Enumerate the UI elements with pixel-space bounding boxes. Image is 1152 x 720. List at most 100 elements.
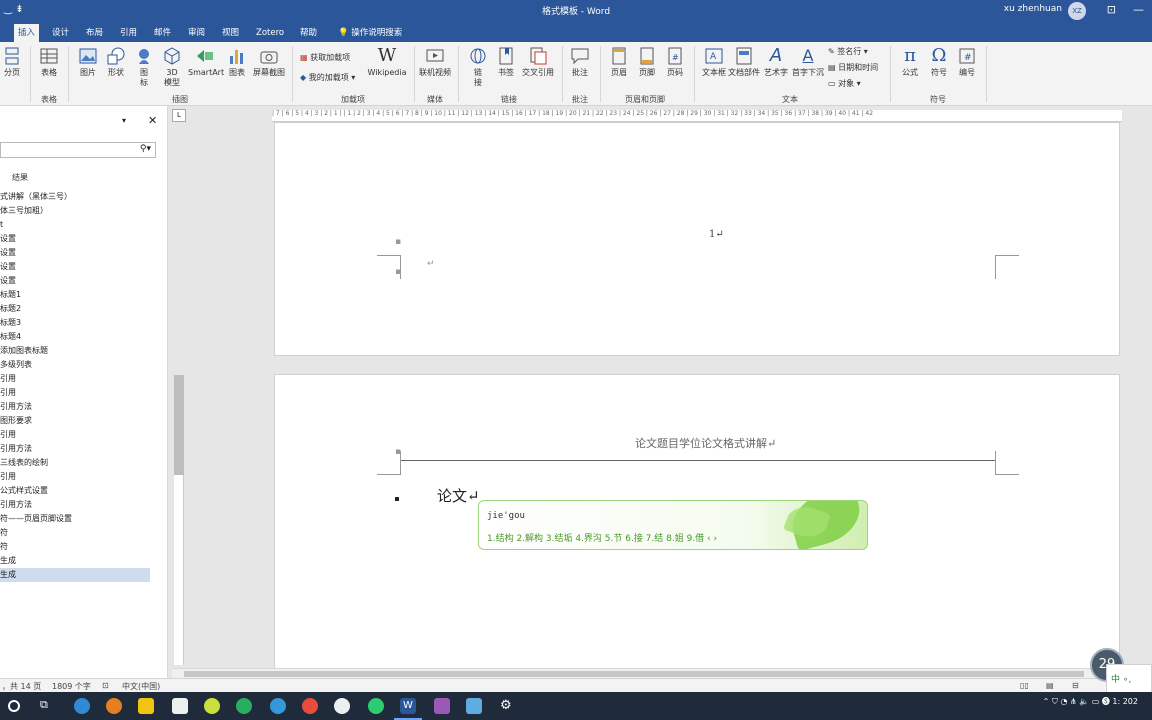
task-view-icon[interactable]: ⧉ [40,698,56,714]
header-button[interactable]: 页眉 [606,46,632,78]
list-item[interactable]: 标题3 [0,316,150,330]
document-page[interactable]: 1↵ ▪ ▪ ↵ [274,122,1120,356]
tab-insert[interactable]: 插入 [14,24,40,42]
green-app-icon[interactable] [368,698,384,714]
word-icon[interactable]: W [400,698,416,714]
numbering-button[interactable]: # 编号 [954,46,980,78]
list-item[interactable]: 添加图表标题 [0,344,150,358]
shapes-button[interactable]: 形状 [104,46,128,78]
list-item[interactable]: 三线表的绘制 [0,456,150,470]
photos-icon[interactable] [466,698,482,714]
link-button[interactable]: 链 接 [466,46,490,88]
file-explorer-icon[interactable] [138,698,154,714]
ime-status-indicator[interactable]: 中 ∘, [1106,664,1152,694]
green-ball-icon[interactable] [204,698,220,714]
page-number-field[interactable]: 1↵ [709,229,724,240]
list-item[interactable]: 标题1 [0,288,150,302]
list-item[interactable]: 公式样式设置 [0,484,150,498]
list-item[interactable]: 设置 [0,260,150,274]
user-name[interactable]: xu zhenhuan [1004,4,1062,14]
cross-reference-button[interactable]: 交叉引用 [520,46,556,78]
equation-button[interactable]: π 公式 [896,46,924,78]
system-tray[interactable]: ⌃ ⛉ ◔ ⋔ 🔈 ▭ 🅢 1: 202 [1043,696,1138,707]
search-circle-icon[interactable] [8,700,20,712]
my-addins-button[interactable]: ◆ 我的加载项 ▾ [300,72,355,83]
table-button[interactable]: 表格 [36,46,62,78]
list-item[interactable]: 引用方法 [0,400,150,414]
ime-candidates[interactable]: 1.结构 2.解构 3.结垢 4.界沟 5.节 6.接 7.结 8.姐 9.借 … [487,531,717,544]
netease-music-icon[interactable] [302,698,318,714]
signature-line-button[interactable]: ✎ 签名行 ▾ [828,46,868,57]
nav-search-input[interactable]: ⚲▾ [0,142,156,158]
tab-help[interactable]: 帮助 [296,24,321,42]
scrollbar-thumb[interactable] [184,671,1084,677]
tab-results[interactable]: 结果 [12,172,28,183]
icons-button[interactable]: 图 标 [132,46,156,88]
body-paragraph[interactable]: 论文↵ [437,485,480,506]
list-item[interactable]: 符 [0,540,150,554]
close-icon[interactable]: ✕ [148,114,157,127]
chart-button[interactable]: 图表 [226,46,248,78]
3d-models-button[interactable]: 3D 模型 [160,46,184,88]
picture-button[interactable]: 图片 [76,46,100,78]
list-item-selected[interactable]: 生成 [0,568,150,582]
vertical-ruler[interactable] [174,375,184,665]
list-item[interactable]: 引用方法 [0,498,150,512]
list-item[interactable]: 多级列表 [0,358,150,372]
footer-button[interactable]: 页脚 [634,46,660,78]
tab-design[interactable]: 设计 [48,24,73,42]
qq-icon[interactable] [334,698,350,714]
orange-app-icon[interactable] [106,698,122,714]
settings-gear-icon[interactable]: ⚙ [500,698,516,714]
tell-me-search[interactable]: 💡 操作说明搜索 [334,24,406,42]
bird-app-icon[interactable] [270,698,286,714]
object-button[interactable]: ▭ 对象 ▾ [828,78,861,89]
tab-references[interactable]: 引用 [116,24,141,42]
comment-button[interactable]: 批注 [566,46,594,78]
list-item[interactable]: 设置 [0,274,150,288]
smartart-button[interactable]: SmartArt [188,46,224,78]
list-item[interactable]: 式讲解（黑体三号） [0,190,150,204]
read-mode-icon[interactable]: ▯▯ [1020,681,1029,690]
list-item[interactable]: 设置 [0,232,150,246]
quick-parts-button[interactable]: 文档部件 [728,46,760,78]
list-item[interactable]: 引用 [0,372,150,386]
list-item[interactable]: 体三号加粗） [0,204,150,218]
list-item[interactable]: 图形要求 [0,414,150,428]
textbox-button[interactable]: A 文本框 [700,46,728,78]
wordart-button[interactable]: A 艺术字 [762,46,790,78]
language-indicator[interactable]: 中文(中国) [122,681,160,692]
online-video-button[interactable]: 联机视频 [418,46,452,78]
tab-selector[interactable]: L [172,109,186,122]
page-break-button[interactable]: 分页 [2,46,22,78]
list-item[interactable]: 符 [0,526,150,540]
list-item[interactable]: 设置 [0,246,150,260]
list-item[interactable]: 引用 [0,470,150,484]
tab-mailings[interactable]: 邮件 [150,24,175,42]
page-header-text[interactable]: 论文题目学位论文格式讲解↵ [635,435,776,451]
ribbon-display-options-icon[interactable]: ⊡ [1107,3,1116,16]
wikipedia-button[interactable]: W Wikipedia [366,46,408,78]
list-item[interactable]: 标题2 [0,302,150,316]
list-item[interactable]: t [0,218,150,232]
user-avatar[interactable]: XZ [1068,2,1086,20]
list-item[interactable]: 符——页眉页脚设置 [0,512,150,526]
paragraph-mark[interactable]: ↵ [427,259,435,269]
print-layout-icon[interactable]: ▤ [1046,681,1054,690]
search-icon[interactable]: ⚲▾ [140,144,151,154]
screenshot-button[interactable]: 屏幕截图 [252,46,286,78]
horizontal-ruler[interactable]: | 7 | 6 | 5 | 4 | 3 | 2 | 1 | | 1 | 2 | … [272,110,1122,122]
symbol-button[interactable]: Ω 符号 [926,46,952,78]
store-icon[interactable] [172,698,188,714]
date-time-button[interactable]: ▤ 日期和时间 [828,62,878,73]
page-number-button[interactable]: # 页码 [662,46,688,78]
ime-candidate-window[interactable]: jie'gou 1.结构 2.解构 3.结垢 4.界沟 5.节 6.接 7.结 … [478,500,868,550]
tab-view[interactable]: 视图 [218,24,243,42]
list-item[interactable]: 引用方法 [0,442,150,456]
minimize-icon[interactable]: — [1133,3,1144,16]
page-count[interactable]: ，共 14 页 [2,681,41,692]
proofing-icon[interactable]: ⊡ [102,681,109,690]
chevron-down-icon[interactable]: ▾ [122,116,126,125]
list-item[interactable]: 引用 [0,386,150,400]
word-count[interactable]: 1809 个字 [52,681,91,692]
